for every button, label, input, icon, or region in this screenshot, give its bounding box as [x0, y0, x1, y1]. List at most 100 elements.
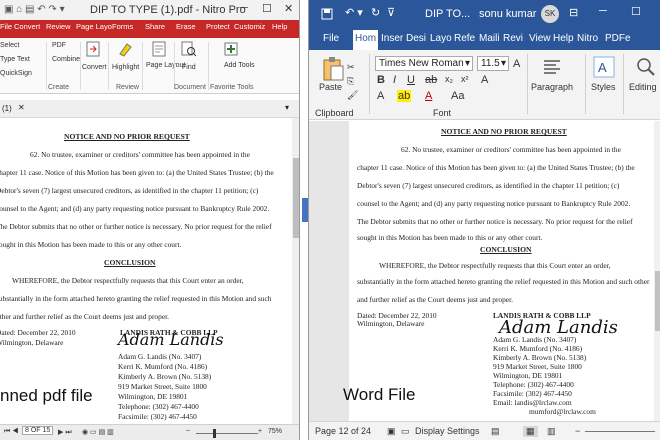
- quicksign-tool[interactable]: QuickSign: [0, 70, 32, 77]
- grow-font-icon[interactable]: A: [513, 58, 520, 70]
- tab-review[interactable]: Revi: [503, 33, 523, 44]
- paste-button[interactable]: Paste: [319, 82, 342, 92]
- tab-file[interactable]: File: [323, 33, 339, 44]
- styles-icon[interactable]: A: [593, 56, 615, 78]
- nav-first-icon[interactable]: ⏮ ◀: [4, 428, 19, 436]
- tab-page-layout[interactable]: Page Layo: [76, 22, 112, 31]
- tab-share[interactable]: Share: [145, 22, 165, 31]
- styles-button[interactable]: Styles: [591, 82, 616, 92]
- tab-erase[interactable]: Erase: [176, 22, 196, 31]
- paragraph-icon[interactable]: [541, 56, 563, 78]
- font-name-box[interactable]: Times New Roman ▾: [375, 56, 473, 71]
- highlight-color-icon[interactable]: ab: [397, 90, 412, 102]
- add-tools-icon[interactable]: [222, 40, 240, 58]
- paste-icon[interactable]: [321, 56, 345, 82]
- page-layout-button[interactable]: Page Layout: [146, 62, 185, 69]
- select-tool[interactable]: Select: [0, 42, 19, 49]
- zoom-slider-thumb[interactable]: [213, 429, 216, 438]
- tab-convert[interactable]: Convert: [14, 22, 40, 31]
- text-effects-gallery-icon[interactable]: A: [377, 90, 384, 102]
- page-layout-icon[interactable]: [150, 40, 168, 58]
- zoom-slider[interactable]: [196, 433, 258, 434]
- close-icon[interactable]: ✕: [284, 2, 293, 15]
- nitro-document-tab[interactable]: (1) ✕ ▾: [0, 100, 299, 118]
- tab-mailings[interactable]: Maili: [479, 33, 500, 44]
- scroll-thumb[interactable]: [655, 271, 660, 331]
- highlight-button[interactable]: Highlight: [112, 64, 139, 71]
- font-color-icon[interactable]: A: [425, 90, 432, 102]
- avatar[interactable]: SK: [541, 5, 559, 23]
- word-user-name[interactable]: sonu kumar: [479, 8, 536, 20]
- highlight-icon[interactable]: [116, 40, 134, 58]
- tab-file[interactable]: File: [0, 22, 12, 31]
- tab-review[interactable]: Review: [46, 22, 71, 31]
- underline-icon[interactable]: U: [407, 74, 415, 86]
- ribbon-display-options-icon[interactable]: ⊟: [569, 6, 578, 19]
- convert-icon[interactable]: [84, 40, 102, 58]
- zoom-out-icon[interactable]: −: [186, 428, 190, 435]
- zoom-out-icon[interactable]: −: [575, 426, 580, 436]
- find-button[interactable]: Find: [182, 64, 196, 71]
- tab-home[interactable]: Hom: [353, 30, 379, 50]
- nav-next-icon[interactable]: ▶ ⏭: [58, 428, 72, 437]
- redo-icon[interactable]: ↻: [371, 6, 380, 19]
- strikethrough-icon[interactable]: ab: [425, 74, 437, 86]
- combine-button[interactable]: Combine: [52, 56, 80, 63]
- find-icon[interactable]: [180, 40, 198, 58]
- editing-icon[interactable]: [635, 56, 657, 78]
- chevron-down-icon[interactable]: ▾: [501, 58, 506, 69]
- focus-mode-icon[interactable]: ▤: [491, 426, 500, 437]
- tab-help[interactable]: Help: [272, 22, 287, 31]
- add-tools-button[interactable]: Add Tools: [224, 62, 255, 69]
- page-number-field[interactable]: 8 OF 15: [22, 426, 54, 435]
- customize-qat-icon[interactable]: ⊽: [387, 6, 395, 19]
- paragraph-button[interactable]: Paragraph: [531, 82, 573, 92]
- nitro-vertical-scrollbar[interactable]: [292, 118, 299, 424]
- nitro-quick-access[interactable]: ▣ ⌂ ▤ ↶ ↷ ▾: [4, 4, 65, 15]
- zoom-slider[interactable]: [585, 431, 655, 432]
- superscript-icon[interactable]: x²: [461, 74, 469, 84]
- type-text-tool[interactable]: Type Text: [0, 56, 30, 63]
- tab-design[interactable]: Desi: [406, 33, 426, 44]
- tab-insert[interactable]: Inser: [381, 33, 403, 44]
- view-mode-icons[interactable]: ◉ ▭ ▤ ▥: [82, 428, 114, 436]
- tab-view[interactable]: View: [529, 33, 551, 44]
- subscript-icon[interactable]: x₂: [445, 74, 453, 84]
- tabs-dropdown-icon[interactable]: ▾: [285, 103, 289, 112]
- display-settings-button[interactable]: Display Settings: [415, 426, 480, 436]
- save-icon[interactable]: [321, 8, 333, 20]
- copy-icon[interactable]: ⎘: [347, 76, 354, 87]
- tab-pdfelement[interactable]: PDFe: [605, 33, 631, 44]
- word-page[interactable]: NOTICE AND NO PRIOR REQUEST 62. No trust…: [349, 121, 660, 421]
- undo-icon[interactable]: ↶ ▾: [345, 6, 363, 19]
- format-painter-icon[interactable]: 🖌: [347, 90, 358, 101]
- tab-layout[interactable]: Layo: [430, 33, 452, 44]
- bold-icon[interactable]: B: [377, 74, 385, 86]
- minimize-icon[interactable]: ─: [240, 2, 248, 14]
- chevron-down-icon[interactable]: ▾: [465, 58, 470, 69]
- web-layout-icon[interactable]: ▥: [547, 426, 556, 437]
- maximize-icon[interactable]: ☐: [262, 2, 272, 15]
- italic-icon[interactable]: I: [393, 74, 396, 86]
- page-counter[interactable]: Page 12 of 24: [315, 426, 371, 436]
- proofing-icon[interactable]: ▣: [387, 426, 396, 437]
- convert-button[interactable]: Convert: [82, 64, 107, 71]
- tab-forms[interactable]: Forms: [112, 22, 133, 31]
- text-effects-icon[interactable]: A: [481, 74, 488, 86]
- tab-customize[interactable]: Customiz: [234, 22, 265, 31]
- change-case-icon[interactable]: Aa: [451, 90, 464, 102]
- zoom-level[interactable]: 75%: [268, 428, 282, 435]
- zoom-in-icon[interactable]: +: [258, 428, 262, 435]
- print-layout-icon[interactable]: ▦: [523, 426, 538, 437]
- tab-protect[interactable]: Protect: [206, 22, 230, 31]
- word-vertical-scrollbar[interactable]: [654, 121, 660, 421]
- tab-help[interactable]: Help: [553, 33, 574, 44]
- document-tab-close-icon[interactable]: ✕: [18, 103, 25, 112]
- display-settings-icon[interactable]: ▭: [401, 426, 410, 437]
- font-size-box[interactable]: 11.5 ▾: [477, 56, 509, 71]
- scroll-thumb[interactable]: [293, 158, 299, 238]
- maximize-icon[interactable]: ☐: [631, 5, 641, 18]
- tab-nitro[interactable]: Nitro: [577, 33, 598, 44]
- editing-button[interactable]: Editing: [629, 82, 657, 92]
- minimize-icon[interactable]: ─: [599, 5, 607, 17]
